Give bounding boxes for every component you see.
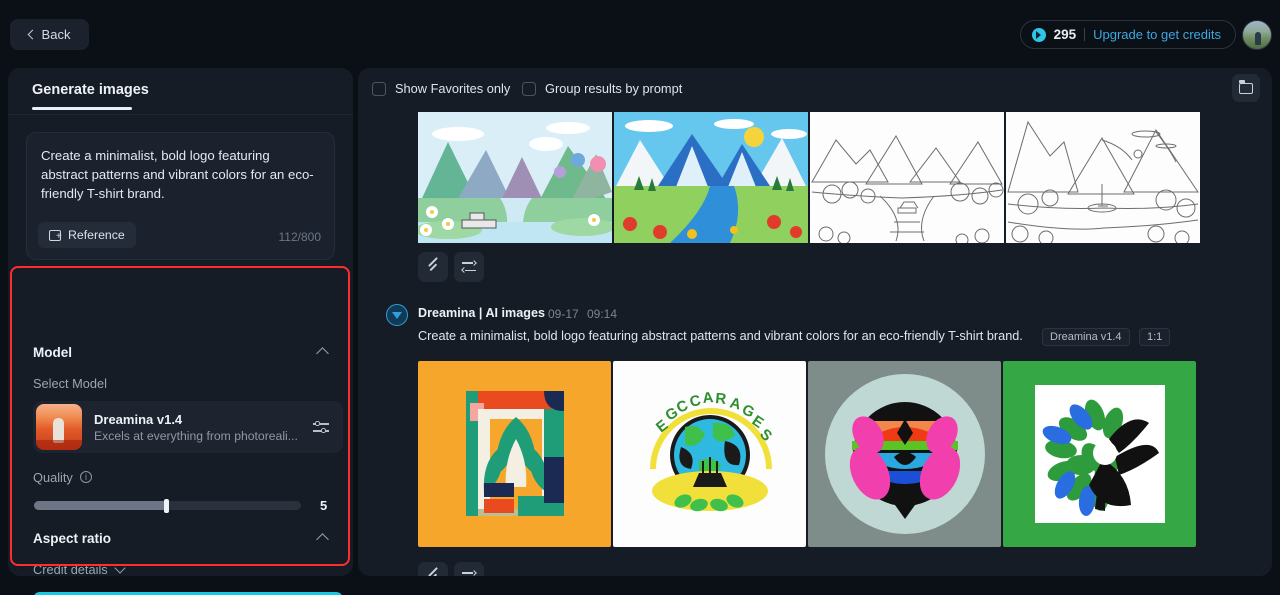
coin-icon	[1031, 27, 1046, 42]
result-image[interactable]	[810, 112, 1004, 243]
result-tag-ratio: 1:1	[1139, 328, 1171, 346]
row-actions	[418, 252, 484, 282]
result-image[interactable]	[614, 112, 808, 243]
model-section-title: Model	[33, 345, 72, 360]
result-tag-model: Dreamina v1.4	[1042, 328, 1130, 346]
avatar[interactable]	[1242, 20, 1272, 50]
row-actions-bottom	[418, 562, 484, 576]
result-date: 09-17	[548, 307, 579, 321]
result-time: 09:14	[587, 307, 618, 321]
landscape-sketch-2	[1006, 112, 1200, 243]
svg-text:R: R	[715, 390, 727, 408]
model-description: Excels at everything from photoreali...	[94, 428, 298, 443]
result-image[interactable]	[418, 112, 612, 243]
result-row-logos: E G C C A R A G E S	[418, 361, 1196, 547]
char-counter: 112/800	[278, 230, 322, 244]
pencil-icon	[428, 567, 438, 576]
checkbox-show-favorites[interactable]	[372, 81, 386, 96]
quality-slider-fill	[34, 501, 167, 510]
sliders-icon[interactable]	[313, 419, 329, 435]
logo-globe-eco: E G C C A R A G E S	[613, 361, 806, 547]
tab-generate-images[interactable]: Generate images	[32, 82, 149, 98]
credit-pill[interactable]: 295 Upgrade to get credits	[1019, 20, 1236, 49]
filter-show-favorites-label: Show Favorites only	[395, 81, 511, 96]
model-thumbnail	[36, 404, 82, 450]
chevron-up-icon-model[interactable]	[316, 347, 329, 360]
model-selector[interactable]: Dreamina v1.4 Excels at everything from …	[33, 401, 343, 453]
aspect-ratio-title: Aspect ratio	[33, 531, 112, 546]
tab-active-indicator	[32, 107, 132, 110]
folder-icon	[1238, 80, 1253, 94]
landscape-colored-2	[614, 112, 808, 243]
filter-group-by-prompt-label: Group results by prompt	[545, 81, 683, 96]
quality-label: Quality	[33, 470, 73, 485]
chevron-left-icon	[27, 29, 37, 40]
select-model-label: Select Model	[33, 376, 107, 391]
top-bar: Back 295 Upgrade to get credits	[0, 0, 1280, 68]
back-button-label: Back	[41, 27, 71, 42]
credit-balance: 295	[1053, 27, 1077, 42]
results-toolbar: Show Favorites only Group results by pro…	[358, 68, 1272, 110]
generate-sidebar: Generate images Create a minimalist, bol…	[8, 68, 353, 595]
chevron-up-icon-aspect[interactable]	[316, 533, 329, 546]
loop-icon	[461, 260, 477, 273]
result-row-landscapes	[418, 112, 1200, 243]
prompt-input[interactable]: Create a minimalist, bold logo featuring…	[41, 146, 320, 203]
logo-orange-geometric	[418, 361, 611, 547]
sidebar-tabs: Generate images	[8, 68, 353, 114]
regenerate-button[interactable]	[454, 562, 484, 576]
result-image[interactable]	[808, 361, 1001, 547]
result-prompt: Create a minimalist, bold logo featuring…	[418, 329, 1023, 343]
pencil-icon	[428, 257, 438, 267]
results-panel: Show Favorites only Group results by pro…	[358, 68, 1272, 576]
prompt-card[interactable]: Create a minimalist, bold logo featuring…	[26, 132, 335, 260]
credit-details-label: Credit details	[33, 562, 108, 577]
logo-green-leaves	[1003, 361, 1196, 547]
landscape-sketch-1	[810, 112, 1004, 243]
filter-show-favorites[interactable]: Show Favorites only	[372, 81, 510, 96]
result-image[interactable]	[418, 361, 611, 547]
divider	[1084, 28, 1086, 41]
back-button[interactable]: Back	[10, 19, 89, 50]
folder-button[interactable]	[1232, 74, 1260, 102]
edit-button[interactable]	[418, 252, 448, 282]
edit-button[interactable]	[418, 562, 448, 576]
loop-icon	[462, 570, 477, 576]
sidebar-divider	[8, 114, 353, 115]
reference-button-label: Reference	[68, 228, 125, 242]
reference-button[interactable]: Reference	[38, 222, 136, 248]
quality-slider[interactable]	[34, 498, 301, 513]
result-image[interactable]	[1006, 112, 1200, 243]
result-image[interactable]: E G C C A R A G E S	[613, 361, 806, 547]
image-add-icon	[49, 229, 62, 241]
result-source-icon	[386, 304, 408, 326]
landscape-colored-1	[418, 112, 612, 243]
quality-value: 5	[320, 498, 328, 513]
info-icon[interactable]: i	[80, 471, 92, 483]
credit-details-toggle[interactable]: Credit details	[33, 561, 126, 577]
logo-abstract-circle	[808, 361, 1001, 547]
filter-group-by-prompt[interactable]: Group results by prompt	[522, 81, 682, 96]
upgrade-link[interactable]: Upgrade to get credits	[1093, 27, 1221, 42]
result-image[interactable]	[1003, 361, 1196, 547]
result-source-label: Dreamina | AI images	[418, 306, 545, 320]
quality-slider-handle[interactable]	[164, 498, 169, 513]
app-root: Back 295 Upgrade to get credits Generate…	[0, 0, 1280, 595]
checkbox-group-by-prompt[interactable]	[522, 81, 536, 96]
regenerate-button[interactable]	[454, 252, 484, 282]
svg-text:A: A	[702, 389, 714, 407]
chevron-down-icon	[114, 561, 126, 574]
model-name: Dreamina v1.4	[94, 411, 183, 427]
